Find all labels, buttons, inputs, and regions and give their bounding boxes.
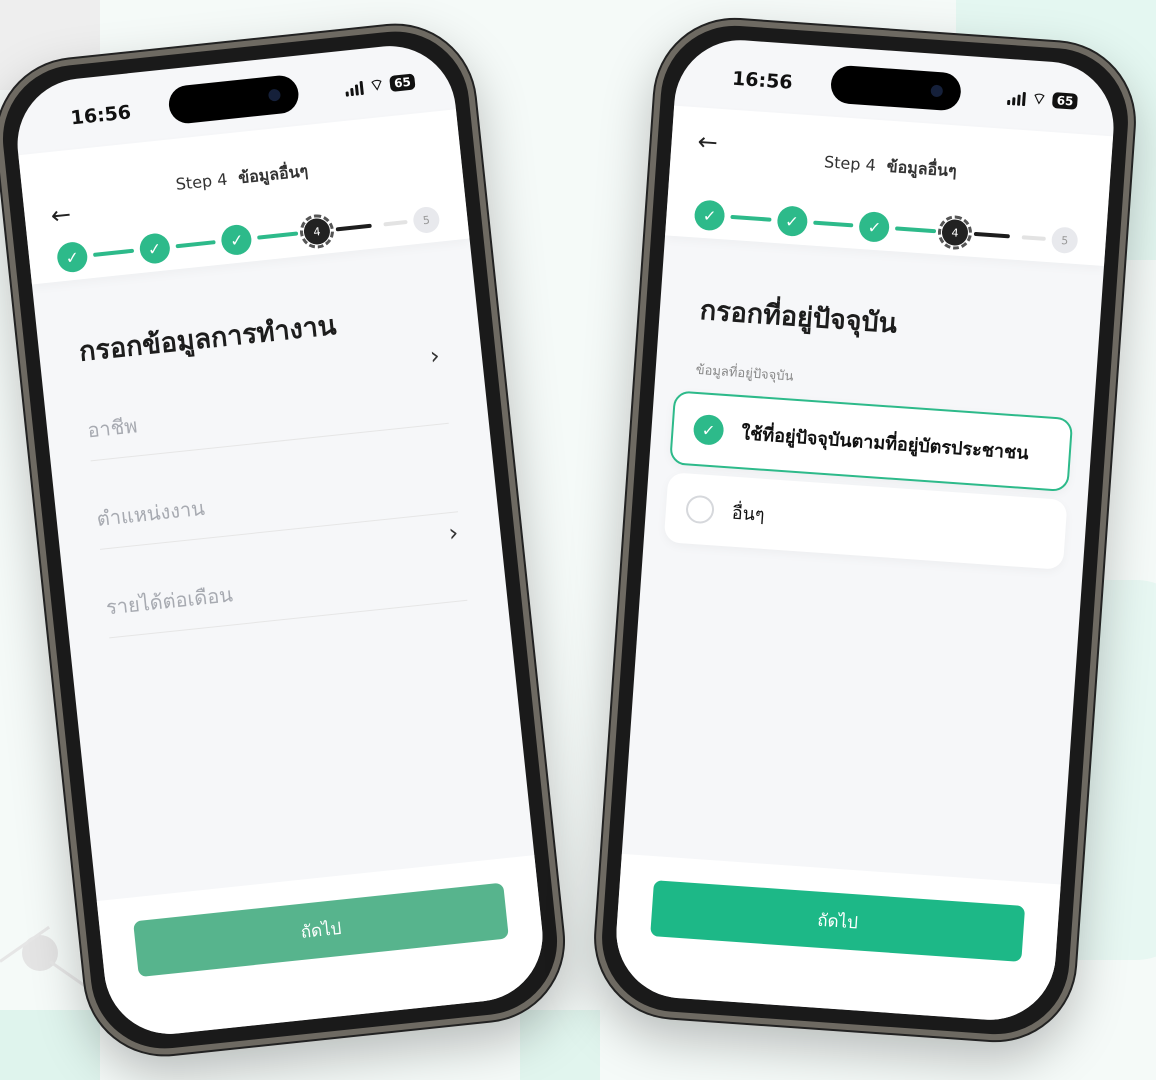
step-connector bbox=[895, 226, 937, 234]
battery-icon: 65 bbox=[1052, 92, 1078, 110]
step-done-check-icon: ✓ bbox=[858, 210, 891, 243]
step-connector bbox=[1021, 235, 1046, 241]
form-content: กรอกที่อยู่ปัจจุบัน ข้อมูลที่อยู่ปัจจุบั… bbox=[663, 268, 1074, 576]
step-connector bbox=[175, 240, 217, 249]
header: ← Step 4 ข้อมูลอื่นๆ ✓ ✓ ✓ 4 5 bbox=[665, 105, 1114, 267]
step-done-check-icon: ✓ bbox=[693, 199, 726, 232]
wifi-icon: ⌔ bbox=[1031, 88, 1048, 109]
step-connector bbox=[257, 231, 299, 240]
step-title: Step 4 ข้อมูลอื่นๆ bbox=[823, 152, 958, 181]
step-connector bbox=[812, 220, 854, 228]
showcase-stage: 16:56 ⌔ 65 ← Step 4 ข้อมูลอื่นๆ ✓ ✓ ✓ 4 … bbox=[0, 0, 1156, 1080]
form-content: กรอกข้อมูลการทำงาน › อาชีพ ตำแหน่งงาน › … bbox=[75, 273, 468, 639]
step-pending: 5 bbox=[1050, 226, 1079, 255]
progress-stepper: ✓ ✓ ✓ 4 5 bbox=[55, 204, 441, 274]
step-connector bbox=[335, 223, 372, 232]
step-done-check-icon: ✓ bbox=[138, 232, 172, 266]
header: ← Step 4 ข้อมูลอื่นๆ ✓ ✓ ✓ 4 5 bbox=[18, 109, 470, 285]
step-done-check-icon: ✓ bbox=[220, 223, 254, 257]
step-connector bbox=[383, 219, 408, 227]
phone-work-info: 16:56 ⌔ 65 ← Step 4 ข้อมูลอื่นๆ ✓ ✓ ✓ 4 … bbox=[0, 17, 571, 1063]
phone-screen: 16:56 ⌔ 65 ← Step 4 ข้อมูลอื่นๆ ✓ ✓ ✓ 4 … bbox=[11, 39, 549, 1041]
battery-icon: 65 bbox=[389, 73, 416, 92]
step-connector bbox=[730, 214, 772, 222]
step-done-check-icon: ✓ bbox=[776, 205, 809, 238]
progress-stepper: ✓ ✓ ✓ 4 5 bbox=[693, 199, 1079, 256]
step-pending: 5 bbox=[412, 205, 441, 235]
field-label: รายได้ต่อเดือน bbox=[104, 582, 234, 620]
next-button[interactable]: ถัดไป bbox=[650, 880, 1026, 962]
field-label: อาชีพ bbox=[86, 413, 139, 443]
step-title: Step 4 ข้อมูลอื่นๆ bbox=[174, 161, 309, 194]
signal-icon bbox=[345, 79, 365, 97]
step-current: 4 bbox=[298, 212, 336, 251]
radio-empty-icon bbox=[685, 494, 715, 525]
next-button[interactable]: ถัดไป bbox=[133, 882, 509, 978]
page-title: กรอกที่อยู่ปัจจุบัน bbox=[698, 294, 899, 340]
bottom-bar: ถัดไป bbox=[612, 853, 1061, 1025]
status-time: 16:56 bbox=[731, 67, 794, 94]
bg-shape bbox=[520, 1010, 600, 1080]
wifi-icon: ⌔ bbox=[368, 74, 386, 96]
check-circle-icon: ✓ bbox=[692, 413, 725, 446]
signal-icon bbox=[1007, 89, 1027, 107]
phone-address-info: 16:56 ⌔ 65 ← Step 4 ข้อมูลอื่นๆ ✓ ✓ ✓ 4 … bbox=[590, 14, 1140, 1046]
bg-shape bbox=[0, 1010, 100, 1080]
option-label: ใช้ที่อยู่ปัจจุบันตามที่อยู่บัตรประชาชน bbox=[740, 422, 1030, 464]
option-label: อื่นๆ bbox=[731, 502, 766, 526]
phone-screen: 16:56 ⌔ 65 ← Step 4 ข้อมูลอื่นๆ ✓ ✓ ✓ 4 … bbox=[612, 35, 1118, 1025]
field-label: ตำแหน่งงาน bbox=[95, 495, 206, 531]
status-time: 16:56 bbox=[69, 101, 133, 130]
chevron-right-icon: › bbox=[447, 518, 460, 548]
step-done-check-icon: ✓ bbox=[55, 240, 89, 274]
bottom-bar: ถัดไป bbox=[96, 855, 549, 1041]
step-connector bbox=[973, 231, 1010, 239]
step-current: 4 bbox=[936, 214, 974, 251]
chevron-right-icon: › bbox=[428, 341, 442, 371]
step-connector bbox=[92, 248, 134, 257]
